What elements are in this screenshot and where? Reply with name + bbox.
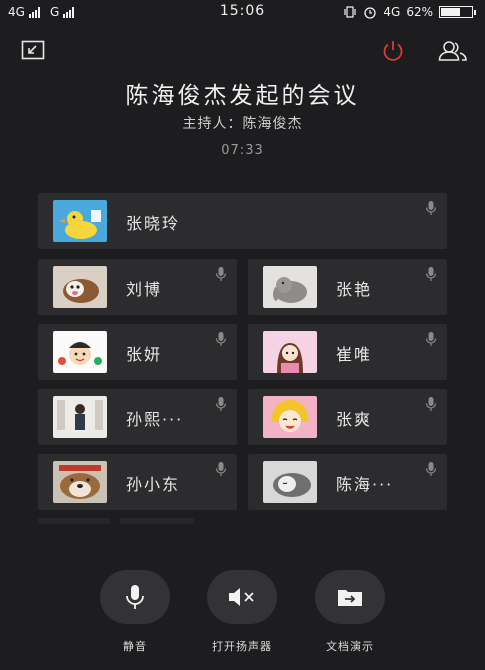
participant-tile[interactable]: 张晓玲	[38, 193, 447, 249]
participant-name: 孙熙···	[126, 410, 184, 429]
status-icons: 4G 62%	[343, 5, 476, 19]
meeting-timer: 07:33	[221, 143, 264, 158]
battery-icon	[439, 6, 476, 18]
host-label: 主持人：陈海俊杰	[182, 116, 303, 132]
mic-icon	[425, 200, 437, 220]
battery-percent: 62%	[406, 5, 433, 19]
participant-tile[interactable]: 孙小东	[38, 454, 237, 510]
mic-icon	[215, 396, 227, 416]
participant-tile[interactable]: 张爽	[248, 389, 447, 445]
participant-name: 张艳	[336, 280, 373, 299]
participant-tile[interactable]: 张妍	[38, 324, 237, 380]
document-share-button[interactable]: 文档演示	[315, 570, 385, 654]
mic-icon	[425, 331, 437, 351]
document-share-label: 文档演示	[326, 640, 374, 653]
person-avatar	[53, 396, 107, 438]
alarm-icon	[364, 6, 377, 19]
participant-name: 张晓玲	[126, 214, 181, 233]
mic-icon[interactable]	[100, 570, 170, 624]
mic-icon	[425, 266, 437, 286]
participant-tile-partial	[38, 518, 110, 524]
speaker-label: 打开扬声器	[212, 640, 272, 653]
minimize-window-icon[interactable]	[20, 38, 46, 64]
status-bar: 4G G 15:06 4G 62%	[0, 0, 485, 24]
mic-icon	[215, 461, 227, 481]
mic-icon	[215, 331, 227, 351]
participant-tile[interactable]: 孙熙···	[38, 389, 237, 445]
sleeping-cat-avatar	[263, 461, 317, 503]
mute-label: 静音	[123, 640, 147, 653]
participant-name: 张妍	[126, 345, 163, 364]
participant-name: 刘博	[126, 280, 163, 299]
speaker-off-icon[interactable]	[207, 570, 277, 624]
girl-cartoon-avatar	[263, 331, 317, 373]
elephant-toy-avatar	[263, 266, 317, 308]
mic-icon	[425, 461, 437, 481]
dog-avatar	[53, 266, 107, 308]
dog-face-avatar	[53, 461, 107, 503]
cartoon-avatar	[53, 331, 107, 373]
participants-icon[interactable]	[438, 38, 468, 64]
participant-tile[interactable]: 张艳	[248, 259, 447, 315]
mic-icon	[425, 396, 437, 416]
hangup-power-icon[interactable]	[380, 38, 406, 64]
speaker-button[interactable]: 打开扬声器	[207, 570, 277, 654]
anime-avatar	[263, 396, 317, 438]
participant-tile[interactable]: 刘博	[38, 259, 237, 315]
participant-tile[interactable]: 陈海···	[248, 454, 447, 510]
participant-name: 孙小东	[126, 475, 181, 494]
folder-share-icon[interactable]	[315, 570, 385, 624]
vibrate-icon	[344, 6, 356, 18]
meeting-title: 陈海俊杰发起的会议	[125, 83, 360, 109]
mute-button[interactable]: 静音	[100, 570, 170, 654]
participant-name: 崔唯	[336, 345, 373, 364]
participant-tile[interactable]: 崔唯	[248, 324, 447, 380]
participant-tile-partial	[120, 518, 194, 524]
network-type-4g: 4G	[383, 5, 401, 19]
mic-icon	[215, 266, 227, 286]
duck-avatar	[53, 200, 107, 242]
participant-name: 张爽	[336, 410, 373, 429]
participant-name: 陈海···	[336, 475, 394, 494]
